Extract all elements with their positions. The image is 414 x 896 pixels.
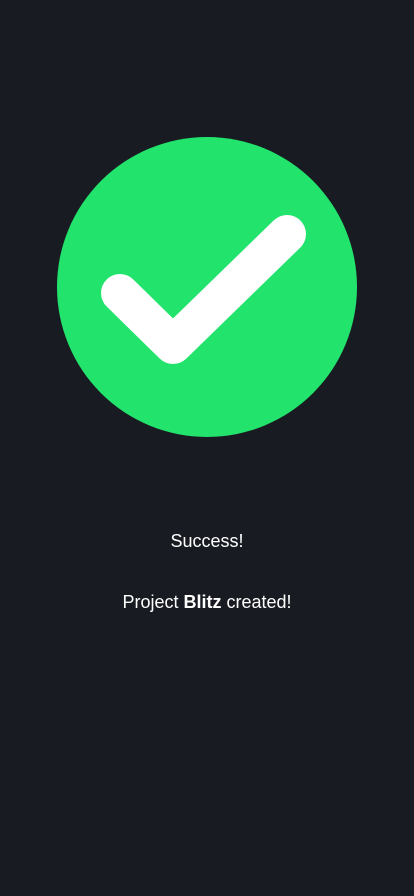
project-name: Blitz [183,592,222,612]
success-message: Project Blitz created! [0,591,414,613]
success-screen: Success! Project Blitz created! [0,0,414,896]
check-circle-icon [57,137,357,437]
success-title: Success! [170,531,244,551]
message-suffix: created! [221,592,292,612]
message-prefix: Project [122,592,184,612]
